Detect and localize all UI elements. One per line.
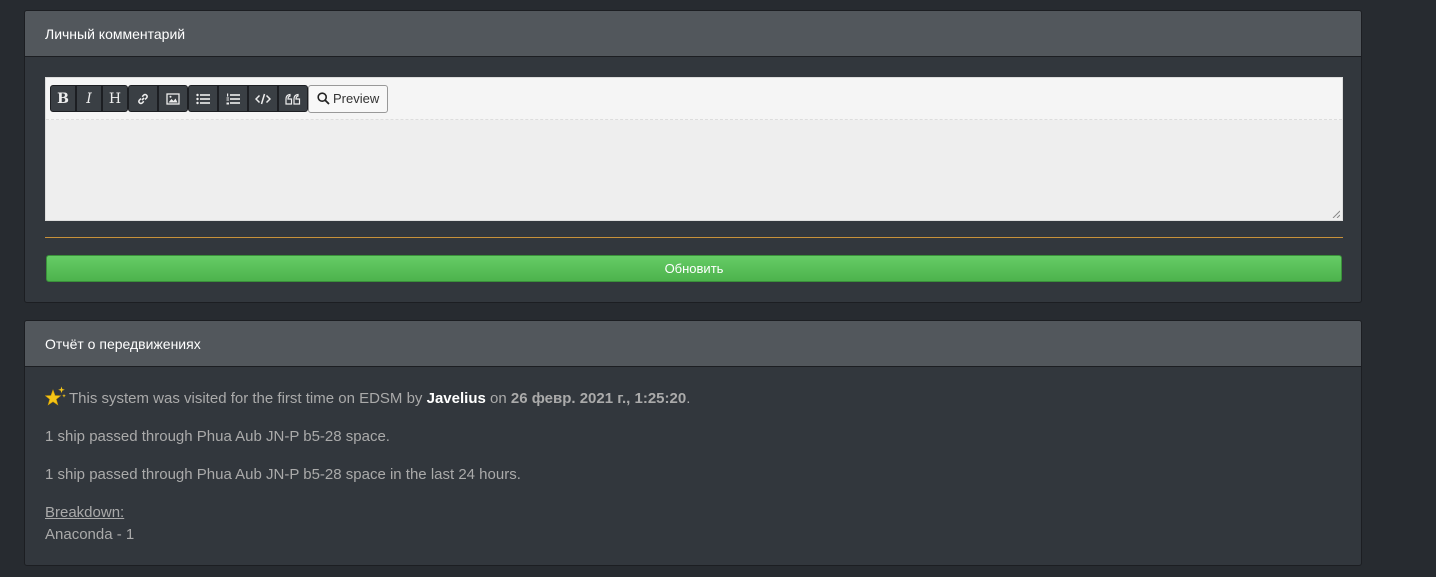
ordered-list-button[interactable] [218, 85, 248, 112]
update-label: Обновить [664, 261, 724, 276]
first-visit-line: This system was visited for the first ti… [45, 386, 1341, 410]
bold-button[interactable]: B [50, 85, 76, 112]
commander-name[interactable]: Javelius [427, 390, 486, 407]
search-icon [317, 92, 330, 105]
italic-label: I [86, 90, 92, 107]
page-gutter [1364, 0, 1436, 577]
first-visit-middle: on [490, 390, 507, 407]
code-icon [255, 93, 271, 104]
form-divider [45, 237, 1343, 238]
breakdown-title: Breakdown: [45, 504, 125, 521]
comment-card-title: Личный комментарий [45, 25, 186, 42]
ships-total-line: 1 ship passed through Phua Aub JN-P b5-2… [45, 428, 390, 445]
heading-label: H [108, 90, 122, 107]
report-card-header: Отчёт о передвижениях [25, 321, 1361, 367]
ships-24h-line: 1 ship passed through Phua Aub JN-P b5-2… [45, 466, 521, 483]
block-group [188, 85, 308, 112]
link-button[interactable] [128, 85, 158, 112]
report-card-title: Отчёт о передвижениях [45, 335, 201, 352]
comment-card-header: Личный комментарий [25, 11, 1361, 57]
image-icon [166, 92, 180, 105]
link-icon [138, 93, 148, 104]
preview-button[interactable]: Preview [308, 84, 389, 113]
breakdown-item: Anaconda - 1 [45, 526, 135, 543]
markdown-editor: B I H Preview [45, 77, 1343, 221]
preview-label: Preview [333, 91, 380, 106]
first-visit-prefix: This system was visited for the first ti… [69, 390, 423, 407]
insert-group [128, 85, 188, 112]
report-card-body: This system was visited for the first ti… [25, 367, 1361, 565]
quote-icon [285, 93, 301, 105]
first-visit-suffix: . [686, 390, 691, 407]
code-button[interactable] [248, 85, 278, 112]
ordered-list-icon [226, 93, 240, 104]
resize-handle-icon[interactable] [1332, 210, 1340, 218]
unordered-list-button[interactable] [188, 85, 218, 112]
editor-toolbar: B I H Preview [46, 78, 1342, 120]
sparkle-star-icon [45, 386, 66, 406]
italic-button[interactable]: I [76, 85, 102, 112]
unordered-list-icon [196, 93, 210, 104]
report-card: Отчёт о передвижениях This system was vi… [24, 320, 1362, 566]
comment-textarea[interactable] [46, 120, 1342, 220]
heading-button[interactable]: H [102, 85, 128, 112]
quote-button[interactable] [278, 85, 308, 112]
comment-card: Личный комментарий B I H Preview Обновит… [24, 10, 1362, 303]
text-format-group: B I H [50, 85, 128, 112]
bold-label: B [57, 90, 69, 107]
image-button[interactable] [158, 85, 188, 112]
first-visit-date: 26 февр. 2021 г., 1:25:20 [510, 390, 687, 407]
update-button[interactable]: Обновить [46, 255, 1342, 282]
